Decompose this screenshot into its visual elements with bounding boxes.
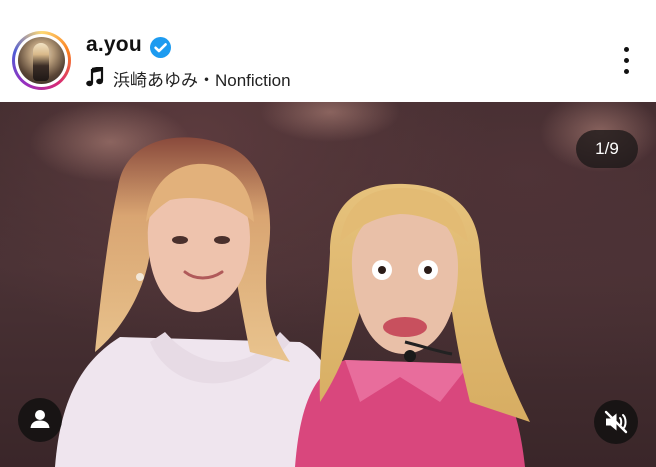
- avatar-ring-gap: [15, 34, 68, 87]
- avatar[interactable]: [12, 31, 71, 90]
- post-photo[interactable]: [0, 102, 656, 467]
- carousel-counter: 1/9: [576, 130, 638, 168]
- music-note-icon: [86, 67, 104, 87]
- more-dot: [624, 69, 629, 74]
- more-dot: [624, 47, 629, 52]
- avatar-image: [18, 37, 65, 84]
- avatar-figure: [33, 43, 49, 81]
- tagged-people-button[interactable]: [18, 398, 62, 442]
- more-dot: [624, 58, 629, 63]
- speaker-muted-icon: [604, 410, 628, 434]
- photo-illustration: [30, 102, 656, 467]
- person-tag-icon: [30, 410, 50, 428]
- more-options-button[interactable]: [614, 44, 638, 80]
- audio-label: 浜崎あゆみ・Nonfiction: [113, 71, 291, 90]
- mute-toggle-button[interactable]: [594, 400, 638, 444]
- username-link[interactable]: a.you: [86, 33, 142, 57]
- verified-badge-icon: [150, 37, 171, 58]
- post-header: a.you 浜崎あゆみ・Nonfiction: [0, 0, 656, 102]
